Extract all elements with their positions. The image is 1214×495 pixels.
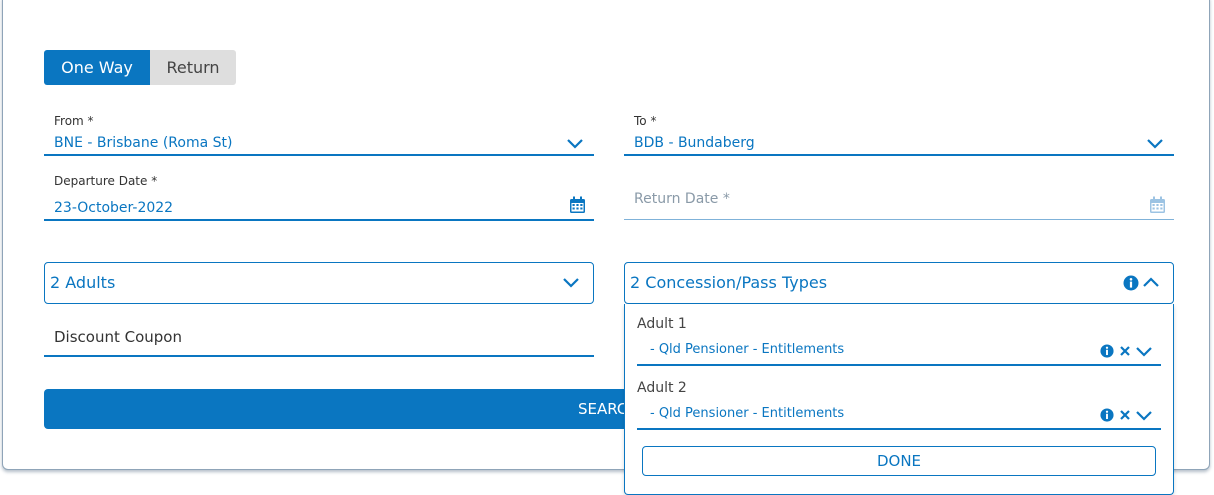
concession-select[interactable]: 2 Concession/Pass Types: [624, 262, 1174, 304]
clear-icon[interactable]: [1119, 409, 1131, 421]
return-toggle[interactable]: Return: [150, 50, 236, 85]
to-value: BDB - Bundaberg: [634, 135, 755, 151]
from-underline: [44, 154, 594, 156]
clear-icon[interactable]: [1119, 345, 1131, 357]
departure-label: Departure Date *: [54, 174, 158, 188]
departure-underline: [44, 219, 594, 221]
adult-1-underline: [637, 364, 1161, 366]
departure-value: 23-October-2022: [54, 200, 174, 216]
adult-2-underline: [637, 428, 1161, 430]
chevron-down-icon[interactable]: [566, 138, 584, 150]
calendar-icon[interactable]: [1149, 196, 1166, 214]
calendar-icon[interactable]: [569, 196, 586, 214]
return-date-placeholder: Return Date *: [634, 191, 730, 207]
coupon-placeholder: Discount Coupon: [54, 328, 182, 346]
chevron-down-icon[interactable]: [1135, 346, 1153, 358]
to-underline: [624, 154, 1174, 156]
passengers-select[interactable]: 2 Adults: [44, 262, 594, 304]
from-value: BNE - Brisbane (Roma St): [54, 135, 233, 151]
adult-2-label: Adult 2: [637, 380, 687, 396]
adult-1-label: Adult 1: [637, 316, 687, 332]
to-label: To *: [634, 114, 657, 128]
return-date-underline: [624, 219, 1174, 220]
concession-value: 2 Concession/Pass Types: [630, 273, 828, 292]
adult-1-concession-value: - Qld Pensioner - Entitlements: [650, 342, 845, 357]
chevron-up-icon[interactable]: [1142, 276, 1160, 288]
info-icon[interactable]: [1100, 344, 1114, 358]
from-label: From *: [54, 114, 94, 128]
done-button[interactable]: DONE: [642, 446, 1156, 476]
info-icon[interactable]: [1123, 275, 1139, 291]
one-way-toggle[interactable]: One Way: [44, 50, 150, 85]
info-icon[interactable]: [1100, 408, 1114, 422]
chevron-down-icon[interactable]: [1146, 138, 1164, 150]
coupon-underline: [44, 355, 594, 357]
adult-2-concession-value: - Qld Pensioner - Entitlements: [650, 406, 845, 421]
chevron-down-icon[interactable]: [1135, 410, 1153, 422]
passengers-value: 2 Adults: [50, 273, 116, 292]
search-button[interactable]: SEARCH: [44, 389, 639, 429]
chevron-down-icon[interactable]: [562, 277, 580, 289]
